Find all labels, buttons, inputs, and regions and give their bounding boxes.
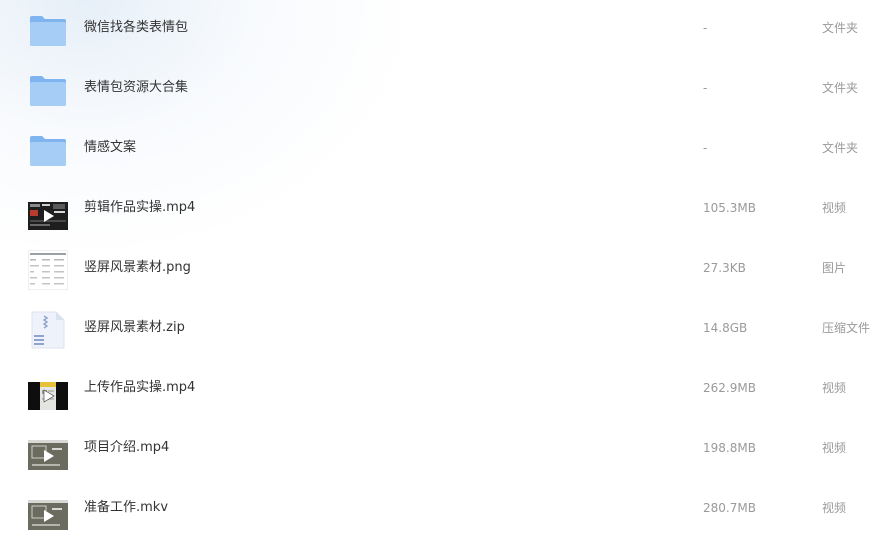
image-thumbnail-icon [28,250,68,290]
folder-icon [28,10,68,50]
file-name[interactable]: 剪辑作品实操.mp4 [84,180,195,240]
file-name[interactable]: 微信找各类表情包 [84,0,188,60]
file-row-video-upload[interactable]: 上传作品实操.mp4 262.9MB 视频 [0,360,886,420]
file-type: 视频 [822,441,847,455]
file-type: 文件夹 [822,21,859,35]
file-size: - [703,21,708,35]
file-type: 压缩文件 [822,321,871,335]
folder-icon [28,70,68,110]
file-size: 14.8GB [703,321,748,335]
video-thumbnail-icon [28,430,68,470]
file-list: 微信找各类表情包 - 文件夹 表情包资源大合集 - 文件夹 情感文案 - 文件夹 [0,0,886,538]
file-type: 视频 [822,201,847,215]
file-type: 文件夹 [822,81,859,95]
folder-icon [28,130,68,170]
video-thumbnail-icon [28,490,68,530]
file-row-video-prep[interactable]: 准备工作.mkv 280.7MB 视频 [0,480,886,540]
file-name[interactable]: 竖屏风景素材.zip [84,300,185,360]
file-row-image-png[interactable]: 竖屏风景素材.png 27.3KB 图片 [0,240,886,300]
file-row-folder-copywriting[interactable]: 情感文案 - 文件夹 [0,120,886,180]
video-thumbnail-icon [28,190,68,230]
file-name[interactable]: 竖屏风景素材.png [84,240,191,300]
file-name[interactable]: 上传作品实操.mp4 [84,360,195,420]
file-size: 262.9MB [703,381,756,395]
file-type: 视频 [822,381,847,395]
file-size: - [703,141,708,155]
file-name[interactable]: 情感文案 [84,120,136,180]
file-type: 视频 [822,501,847,515]
file-row-folder-emoticons[interactable]: 微信找各类表情包 - 文件夹 [0,0,886,60]
file-row-folder-collection[interactable]: 表情包资源大合集 - 文件夹 [0,60,886,120]
video-thumbnail-icon [28,370,68,410]
zip-file-icon [28,310,68,350]
file-type: 图片 [822,261,847,275]
file-name[interactable]: 准备工作.mkv [84,480,168,540]
file-size: 27.3KB [703,261,746,275]
file-name[interactable]: 项目介绍.mp4 [84,420,169,480]
file-type: 文件夹 [822,141,859,155]
file-row-zip[interactable]: 竖屏风景素材.zip 14.8GB 压缩文件 [0,300,886,360]
file-size: 198.8MB [703,441,756,455]
file-name[interactable]: 表情包资源大合集 [84,60,188,120]
file-size: 105.3MB [703,201,756,215]
file-row-video-intro[interactable]: 项目介绍.mp4 198.8MB 视频 [0,420,886,480]
file-row-video-editing[interactable]: 剪辑作品实操.mp4 105.3MB 视频 [0,180,886,240]
file-size: 280.7MB [703,501,756,515]
file-size: - [703,81,708,95]
